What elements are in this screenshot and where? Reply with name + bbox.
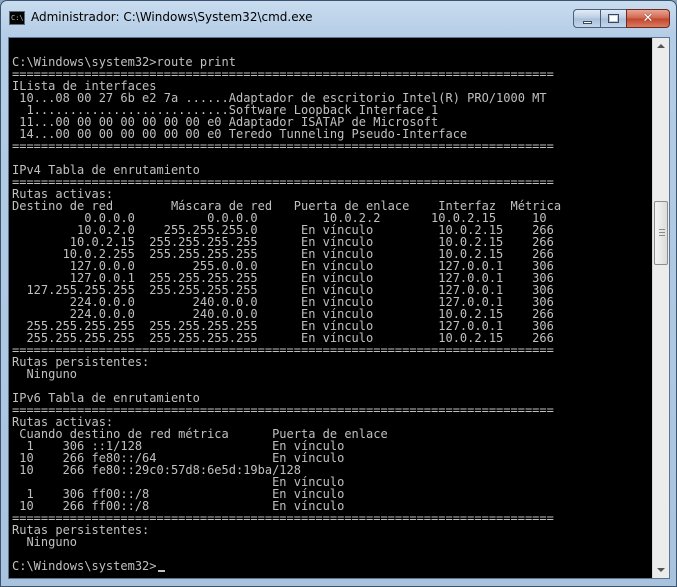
vertical-scrollbar[interactable] <box>652 38 669 578</box>
close-button[interactable]: ✕ <box>626 9 670 28</box>
cmd-icon[interactable]: C:\ <box>9 11 25 25</box>
maximize-icon <box>608 14 619 23</box>
cmd-window: C:\ Administrador: C:\Windows\System32\c… <box>0 0 677 587</box>
minimize-button[interactable] <box>573 9 600 28</box>
console-line: C:\Windows\system32> <box>12 560 652 572</box>
title-bar[interactable]: C:\ Administrador: C:\Windows\System32\c… <box>1 1 676 37</box>
maximize-button[interactable] <box>600 9 626 28</box>
caption-buttons: ✕ <box>573 9 670 29</box>
scroll-down-button[interactable] <box>653 561 669 578</box>
grip-line <box>659 235 665 236</box>
console-line: Rutas persistentes: <box>12 355 150 369</box>
minimize-icon <box>583 21 592 24</box>
grip-line <box>659 232 665 233</box>
console-line: Rutas persistentes: <box>12 523 150 537</box>
console-line: Ninguno <box>12 367 78 381</box>
text-cursor <box>157 570 165 572</box>
scroll-up-button[interactable] <box>653 38 669 55</box>
scroll-up-arrow-icon <box>657 44 665 48</box>
console-line: ========================================… <box>12 139 554 153</box>
console-frame: C:\Windows\system32>route print =========… <box>8 37 670 579</box>
window-title: Administrador: C:\Windows\System32\cmd.e… <box>31 10 313 24</box>
scroll-down-arrow-icon <box>657 568 665 572</box>
console-output[interactable]: C:\Windows\system32>route print =========… <box>9 38 652 578</box>
scroll-thumb[interactable] <box>654 201 668 265</box>
close-icon: ✕ <box>642 11 654 26</box>
grip-line <box>659 229 665 230</box>
console-line: Ninguno <box>12 535 78 549</box>
